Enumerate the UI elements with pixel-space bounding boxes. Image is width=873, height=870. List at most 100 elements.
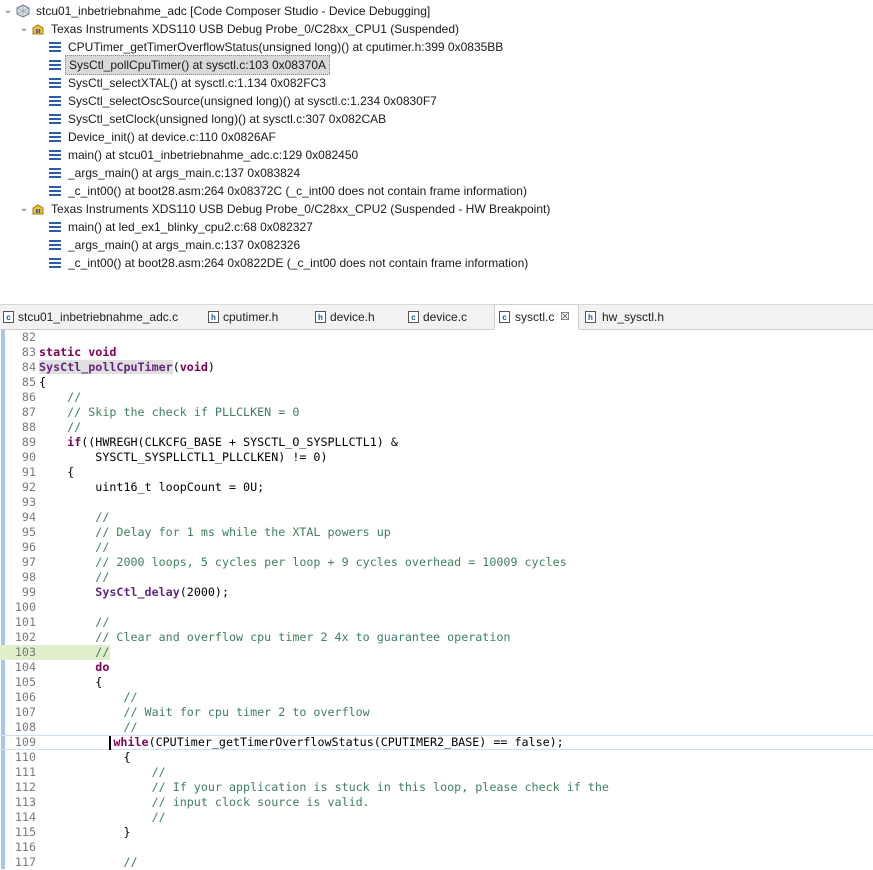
- close-icon[interactable]: ☒: [560, 305, 570, 329]
- stack-frame-label: SysCtl_pollCpuTimer() at sysctl.c:103 0x…: [65, 55, 330, 75]
- line-number: 106: [14, 690, 36, 704]
- code-line: 104 do: [0, 660, 873, 675]
- code-text: uint16_t loopCount = 0U;: [39, 480, 265, 494]
- h-file-icon: h: [585, 311, 596, 323]
- comment: //: [39, 510, 110, 524]
- c-file-icon: c: [408, 311, 419, 323]
- stack-frame-icon: [49, 132, 61, 142]
- line-number: 85: [21, 375, 36, 389]
- code-text: {: [39, 465, 75, 479]
- code-line: 117 //: [0, 855, 873, 870]
- code-line: 102 // Clear and overflow cpu timer 2 4x…: [0, 630, 873, 645]
- line-number: 82: [21, 330, 36, 344]
- code-line: 92 uint16_t loopCount = 0U;: [0, 480, 873, 495]
- keyword: while: [113, 735, 149, 749]
- stack-frame-icon: [49, 240, 61, 250]
- debug-thread-label: Texas Instruments XDS110 USB Debug Probe…: [51, 202, 551, 216]
- comment: //: [39, 645, 110, 659]
- comment: //: [39, 570, 110, 584]
- tab-label: device.c: [423, 310, 468, 324]
- line-number: 97: [21, 555, 36, 569]
- code-line: 85{: [0, 375, 873, 390]
- code-text: (: [172, 360, 180, 374]
- stack-frame-icon: [49, 78, 61, 88]
- comment: // 2000 loops, 5 cycles per loop + 9 cyc…: [39, 555, 567, 569]
- h-file-icon: h: [208, 311, 219, 323]
- tab-device-c[interactable]: c device.c: [406, 305, 491, 329]
- tab-label: hw_sysctl.h: [602, 310, 665, 324]
- line-number: 102: [14, 630, 36, 644]
- stack-frame-icon: [49, 114, 61, 124]
- line-number: 109: [14, 735, 36, 749]
- code-line: 106 //: [0, 690, 873, 705]
- code-line: 113 // input clock source is valid.: [0, 795, 873, 810]
- function-name: SysCtl_delay: [95, 585, 180, 599]
- code-text: ((HWREGH(CLKCFG_BASE + SYSCTL_O_SYSPLLCT…: [81, 435, 398, 449]
- tab-sysctl-c[interactable]: c sysctl.c ☒: [494, 304, 579, 330]
- code-line: 103 //: [0, 645, 873, 660]
- tab-label: sysctl.c: [515, 310, 555, 324]
- comment: //: [39, 720, 138, 734]
- chevron-down-icon[interactable]: ⌄: [18, 20, 30, 38]
- stack-frame-icon: [49, 168, 61, 178]
- debug-thread-label: Texas Instruments XDS110 USB Debug Probe…: [51, 22, 459, 36]
- stack-frame-icon: [49, 96, 61, 106]
- line-number: 112: [14, 780, 36, 794]
- comment: //: [39, 810, 166, 824]
- tab-label: cputimer.h: [223, 310, 279, 324]
- debug-view: ⌄ stcu01_inbetriebnahme_adc [Code Compos…: [0, 0, 873, 300]
- line-number: 91: [21, 465, 36, 479]
- comment: //: [39, 540, 110, 554]
- stack-frame-label: _c_int00() at boot28.asm:264 0x08372C (_…: [68, 184, 527, 198]
- editor-tab-bar: c stcu01_inbetriebnahme_adc.c h cputimer…: [0, 304, 873, 330]
- stack-frame-label: CPUTimer_getTimerOverflowStatus(unsigned…: [68, 40, 504, 54]
- stack-frame-icon: [49, 222, 61, 232]
- code-line: 100: [0, 600, 873, 615]
- code-line: 114 //: [0, 810, 873, 825]
- line-number: 111: [14, 765, 36, 779]
- tab-stcu01-inbetriebnahme-adc-c[interactable]: c stcu01_inbetriebnahme_adc.c: [0, 305, 200, 329]
- line-number: 100: [14, 600, 36, 614]
- chevron-down-icon[interactable]: ⌄: [2, 2, 14, 20]
- comment: // Wait for cpu timer 2 to overflow: [39, 705, 370, 719]
- code-text: {: [39, 375, 47, 389]
- tab-device-h[interactable]: h device.h: [313, 305, 398, 329]
- comment: // If your application is stuck in this …: [39, 780, 609, 794]
- tab-cputimer-h[interactable]: h cputimer.h: [206, 305, 306, 329]
- line-number: 116: [14, 840, 36, 854]
- stack-frame-label: SysCtl_setClock(unsigned long)() at sysc…: [68, 112, 387, 126]
- comment: // Delay for 1 ms while the XTAL powers …: [39, 525, 391, 539]
- line-number: 113: [14, 795, 36, 809]
- code-line: 99 SysCtl_delay(2000);: [0, 585, 873, 600]
- code-line: 111 //: [0, 765, 873, 780]
- code-line: 107 // Wait for cpu timer 2 to overflow: [0, 705, 873, 720]
- code-text: SYSCTL_SYSPLLCTL1_PLLCLKEN) != 0): [39, 450, 328, 464]
- comment: // input clock source is valid.: [39, 795, 370, 809]
- code-editor[interactable]: 82 83 static void 84 SysCtl_pollCpuTimer(v…: [0, 330, 873, 869]
- code-line: 110 {: [0, 750, 873, 765]
- keyword: void: [179, 360, 208, 374]
- debug-session-icon: [16, 4, 30, 18]
- code-line: 97 // 2000 loops, 5 cycles per loop + 9 …: [0, 555, 873, 570]
- comment: //: [39, 765, 166, 779]
- comment: //: [39, 615, 110, 629]
- code-line: 84 SysCtl_pollCpuTimer(void): [0, 360, 873, 375]
- line-number: 90: [21, 450, 36, 464]
- code-line: 112 // If your application is stuck in t…: [0, 780, 873, 795]
- chevron-down-icon[interactable]: ⌄: [18, 200, 30, 218]
- function-name: SysCtl_pollCpuTimer: [39, 360, 173, 374]
- comment: //: [39, 690, 138, 704]
- code-line: 95 // Delay for 1 ms while the XTAL powe…: [0, 525, 873, 540]
- code-line: 83 static void: [0, 345, 873, 360]
- c-file-icon: c: [3, 311, 14, 323]
- line-number: 83: [21, 345, 36, 359]
- code-text: (CPUTimer_getTimerOverflowStatus(CPUTIME…: [148, 735, 564, 749]
- line-number: 86: [21, 390, 36, 404]
- comment: // Skip the check if PLLCLKEN = 0: [39, 405, 300, 419]
- text-caret: [109, 735, 112, 750]
- tab-hw-sysctl-h[interactable]: h hw_sysctl.h: [583, 305, 683, 329]
- stack-frame-label: _args_main() at args_main.c:137 0x083824: [68, 166, 301, 180]
- keyword: if: [67, 435, 82, 449]
- line-number: 89: [21, 435, 36, 449]
- tab-label: device.h: [330, 310, 375, 324]
